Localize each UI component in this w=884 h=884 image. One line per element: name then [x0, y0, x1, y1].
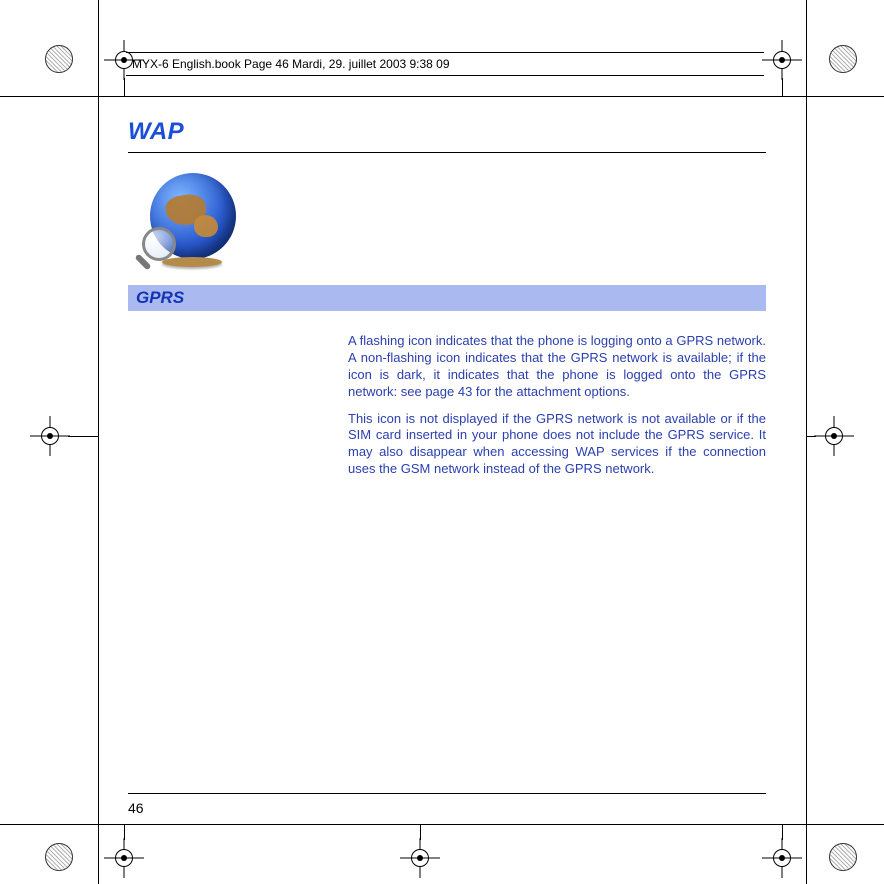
registration-cross-icon [762, 40, 802, 80]
section-heading: GPRS [128, 285, 766, 311]
registration-corner-icon [828, 842, 858, 872]
header-meta-box: MYX-6 English.book Page 46 Mardi, 29. ju… [126, 52, 764, 76]
body-text: A flashing icon indicates that the phone… [348, 333, 766, 478]
page-content: WAP GPRS A flashing icon indicates that … [128, 118, 766, 488]
registration-corner-icon [44, 842, 74, 872]
registration-cross-icon [762, 838, 802, 878]
title-rule [128, 152, 766, 153]
connector-line [124, 78, 125, 96]
registration-cross-icon [400, 838, 440, 878]
connector-line [124, 824, 125, 840]
frame-line-top [0, 96, 884, 97]
header-meta-text: MYX-6 English.book Page 46 Mardi, 29. ju… [132, 57, 450, 71]
registration-cross-icon [30, 416, 70, 456]
connector-line [420, 824, 421, 840]
connector-line [782, 824, 783, 840]
footer-rule [128, 793, 766, 794]
page-title: WAP [128, 118, 766, 150]
registration-corner-icon [44, 44, 74, 74]
frame-line-left [98, 0, 99, 884]
paragraph: This icon is not displayed if the GPRS n… [348, 411, 766, 479]
page-number: 46 [128, 800, 144, 816]
frame-line-bottom [0, 824, 884, 825]
paragraph: A flashing icon indicates that the phone… [348, 333, 766, 401]
registration-cross-icon [814, 416, 854, 456]
registration-cross-icon [104, 838, 144, 878]
frame-line-right [806, 0, 807, 884]
connector-line [782, 78, 783, 96]
connector-line [68, 436, 98, 437]
registration-corner-icon [828, 44, 858, 74]
connector-line [806, 436, 816, 437]
globe-magnifier-icon [132, 165, 252, 275]
